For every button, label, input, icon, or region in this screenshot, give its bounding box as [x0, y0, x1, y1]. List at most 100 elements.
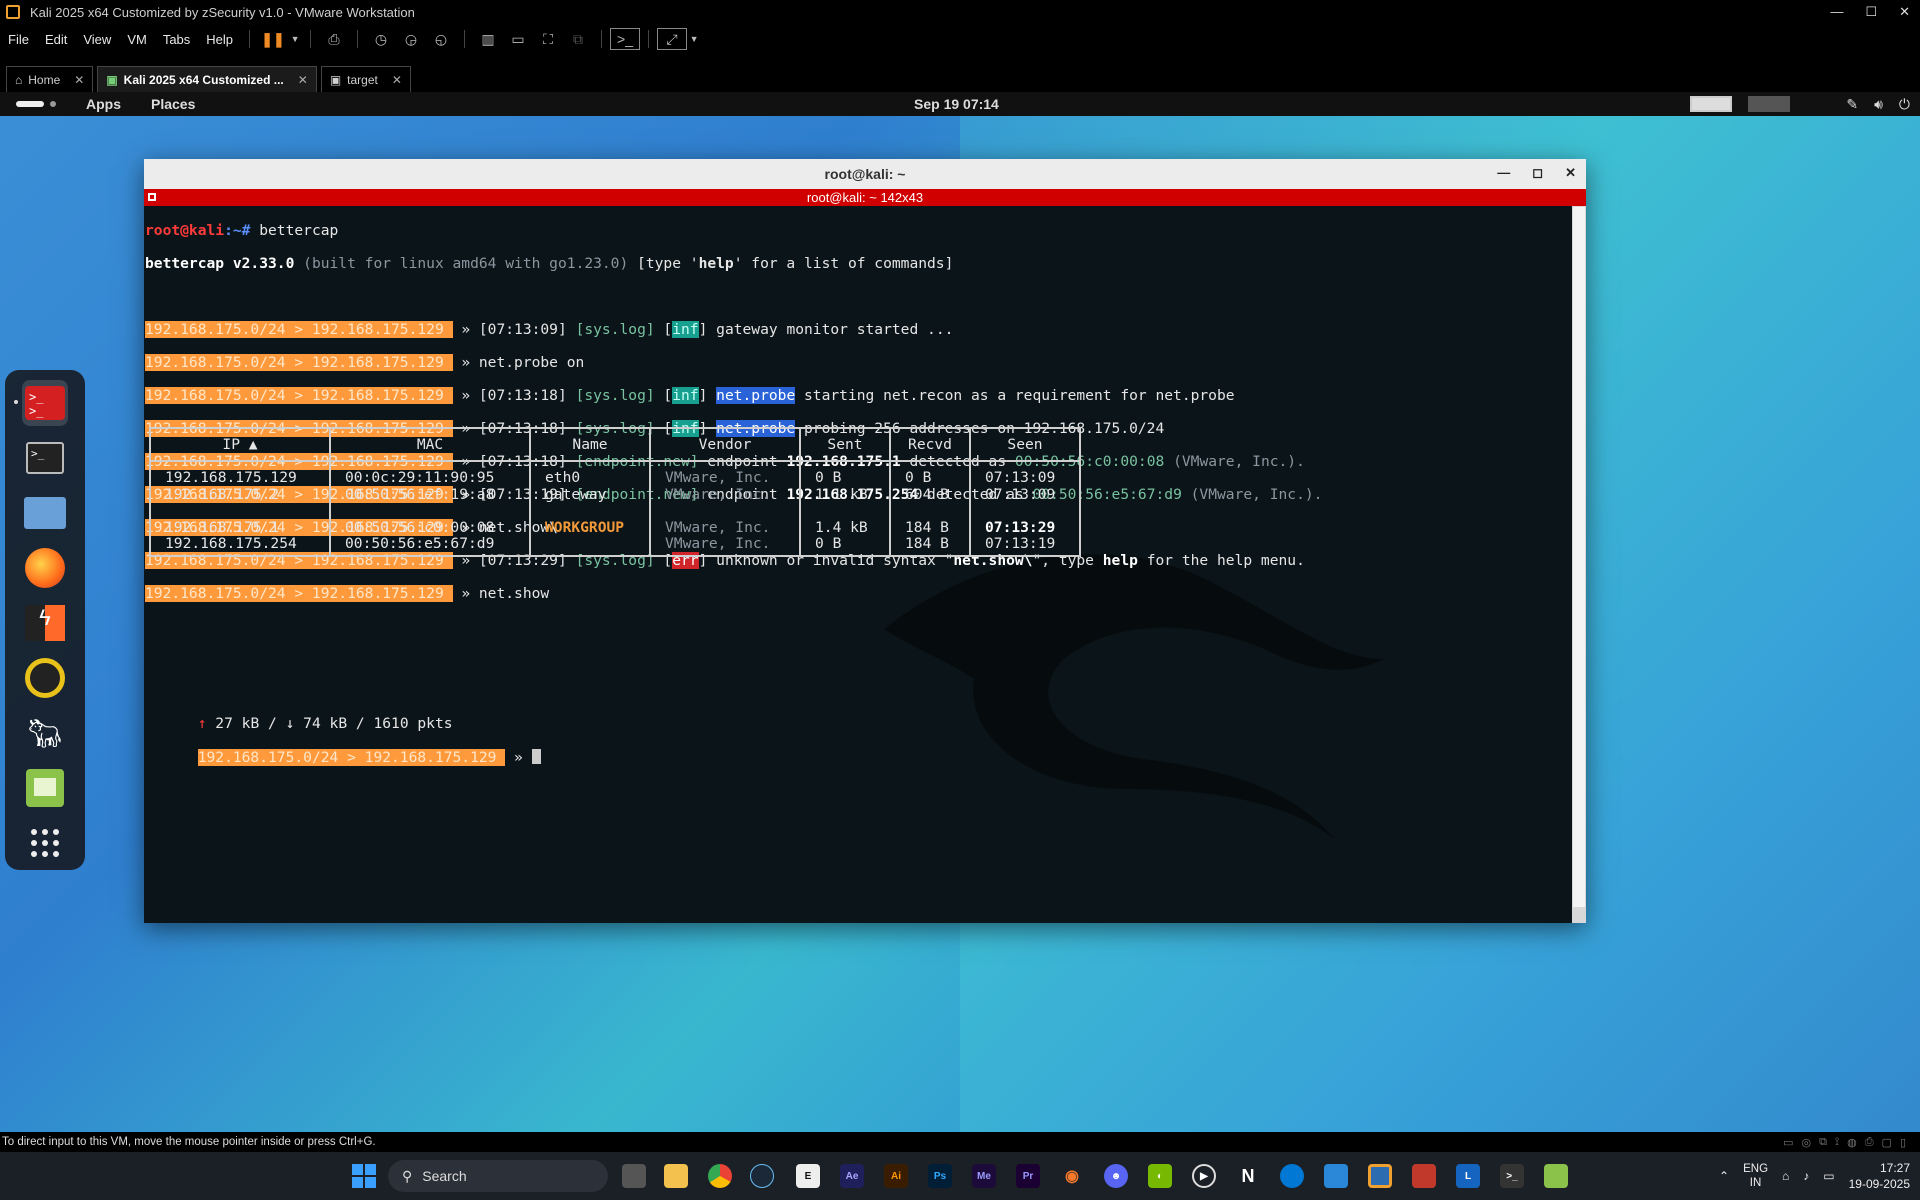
nvidia-icon[interactable]: ◐ — [1148, 1164, 1172, 1188]
chevron-down-icon[interactable]: ▼ — [687, 28, 701, 50]
tab-kali[interactable]: ▣ Kali 2025 x64 Customized ... ✕ — [97, 66, 317, 92]
tab-home[interactable]: ⌂ Home ✕ — [6, 66, 94, 92]
dock-metasploit[interactable]: 🐂︎ — [22, 710, 68, 756]
file-explorer-icon[interactable] — [664, 1164, 688, 1188]
prompt-arrow: » — [452, 584, 479, 602]
menu-icon[interactable] — [148, 193, 156, 201]
cell-vendor: VMware, Inc. — [665, 518, 771, 536]
minimize-icon[interactable]: — — [1497, 165, 1510, 181]
dock-terminal[interactable]: >_ — [22, 435, 68, 481]
notion-icon[interactable]: N — [1236, 1164, 1260, 1188]
photos-icon[interactable] — [1324, 1164, 1348, 1188]
dock-app-grid[interactable] — [22, 820, 68, 866]
menu-tabs[interactable]: Tabs — [155, 32, 198, 47]
after-effects-icon[interactable]: Ae — [840, 1164, 864, 1188]
dock-files[interactable] — [22, 490, 68, 536]
maximize-icon[interactable]: ◻ — [1532, 165, 1543, 181]
pause-icon[interactable]: ❚❚ — [258, 28, 288, 50]
windows-start-icon[interactable] — [352, 1164, 376, 1188]
apps-menu[interactable]: Apps — [86, 96, 121, 112]
network-icon[interactable]: ⧉ — [1819, 1136, 1827, 1149]
dock-text-editor[interactable] — [22, 765, 68, 811]
vmware-icon[interactable] — [1368, 1164, 1392, 1188]
epic-icon[interactable]: E — [796, 1164, 820, 1188]
volume-icon[interactable]: ♪ — [1803, 1169, 1809, 1183]
terminal-icon[interactable]: >_ — [1500, 1164, 1524, 1188]
snapshot-icon[interactable]: ◷ — [366, 28, 396, 50]
menu-edit[interactable]: Edit — [37, 32, 75, 47]
col-vendor-label: Vendor — [698, 436, 752, 453]
terminal-titlebar[interactable]: root@kali: ~ — ◻ ✕ — [144, 159, 1586, 189]
close-icon[interactable]: ✕ — [74, 73, 84, 87]
send-keys-icon[interactable]: ⎙ — [319, 28, 349, 50]
places-menu[interactable]: Places — [151, 96, 195, 112]
notepad-icon[interactable] — [1544, 1164, 1568, 1188]
maximize-icon[interactable]: ☐ — [1865, 4, 1877, 20]
usb-icon[interactable]: ⟟ — [1835, 1136, 1839, 1149]
volume-icon[interactable]: 🔊︎ — [1874, 96, 1883, 113]
activities-indicator[interactable] — [16, 101, 44, 107]
revert-snapshot-icon[interactable]: ◶ — [396, 28, 426, 50]
blender-icon[interactable]: ◉ — [1060, 1164, 1084, 1188]
battery-icon[interactable]: ▭ — [1823, 1169, 1834, 1183]
thumbnail-icon[interactable]: ▭ — [503, 28, 533, 50]
chevron-up-icon[interactable]: ⌃ — [1719, 1169, 1729, 1183]
pen-icon[interactable]: ✎ — [1846, 96, 1858, 113]
gnome-clock[interactable]: Sep 19 07:14 — [914, 96, 999, 112]
menu-vm[interactable]: VM — [119, 32, 155, 47]
menu-help[interactable]: Help — [198, 32, 241, 47]
terminal-output[interactable]: root@kali:~# bettercap bettercap v2.33.0… — [144, 206, 1572, 923]
steam-icon[interactable] — [750, 1164, 774, 1188]
chevron-down-icon[interactable]: ▼ — [288, 28, 302, 50]
close-icon[interactable]: ✕ — [392, 73, 402, 87]
premiere-icon[interactable]: Pr — [1016, 1164, 1040, 1188]
taskbar-search[interactable]: ⚲ Search — [388, 1160, 608, 1192]
current-prompt-line[interactable]: 192.168.175.0/24 > 192.168.175.129 » — [145, 732, 541, 783]
illustrator-icon[interactable]: Ai — [884, 1164, 908, 1188]
dock-terminal-red[interactable]: >_ >_ — [14, 380, 68, 426]
learning-icon[interactable]: L — [1456, 1164, 1480, 1188]
message-icon[interactable]: ▯ — [1900, 1136, 1906, 1149]
close-icon[interactable]: ✕ — [1899, 4, 1910, 20]
cd-icon[interactable]: ◎ — [1802, 1136, 1812, 1149]
kali-desktop[interactable]: Apps Places Sep 19 07:14 ✎ 🔊︎ ⏻ >_ >_ >_ … — [0, 92, 1920, 1132]
console-view-icon[interactable]: >_ — [610, 28, 641, 50]
power-icon[interactable]: ⏻ — [1899, 96, 1910, 113]
close-icon[interactable]: ✕ — [1565, 165, 1576, 181]
cell-vendor: VMware, Inc. — [665, 485, 771, 503]
media-player-icon[interactable]: ▶ — [1192, 1164, 1216, 1188]
dock-burpsuite[interactable]: ϟ — [22, 600, 68, 646]
workspace-1[interactable] — [1690, 96, 1733, 112]
terminal-window[interactable]: root@kali: ~ — ◻ ✕ root@kali: ~ 142x43 r… — [144, 159, 1586, 923]
network-icon[interactable]: ⌂ — [1782, 1169, 1789, 1183]
unity-icon[interactable]: ⧉ — [563, 28, 593, 50]
tab-target[interactable]: ▣ target ✕ — [320, 66, 411, 92]
dock-firefox[interactable] — [22, 545, 68, 591]
menu-file[interactable]: File — [0, 32, 37, 47]
workspace-2[interactable] — [1748, 96, 1791, 112]
hdd-icon[interactable]: ▭ — [1783, 1136, 1793, 1149]
app-icon[interactable] — [1280, 1164, 1304, 1188]
scrollbar-thumb[interactable] — [1573, 207, 1585, 907]
sound-icon[interactable]: ◍ — [1847, 1136, 1857, 1149]
fullscreen-icon[interactable]: ⛶ — [533, 28, 563, 50]
display-icon[interactable]: ▢ — [1882, 1136, 1892, 1149]
minimize-icon[interactable]: — — [1830, 4, 1843, 20]
language-indicator[interactable]: ENG IN — [1743, 1162, 1768, 1190]
photoshop-icon[interactable]: Ps — [928, 1164, 952, 1188]
stretch-icon[interactable]: ⤢ — [657, 28, 688, 50]
menu-view[interactable]: View — [75, 32, 119, 47]
chrome-icon[interactable] — [708, 1164, 732, 1188]
dock-zap[interactable] — [22, 655, 68, 701]
media-encoder-icon[interactable]: Me — [972, 1164, 996, 1188]
cell-vendor: VMware, Inc. — [665, 469, 771, 486]
discord-icon[interactable]: ☻ — [1104, 1164, 1128, 1188]
snipping-icon[interactable] — [1412, 1164, 1436, 1188]
close-icon[interactable]: ✕ — [298, 73, 308, 87]
printer-icon[interactable]: ⎙ — [1865, 1136, 1874, 1149]
task-view-icon[interactable] — [622, 1164, 646, 1188]
library-icon[interactable]: ▥ — [473, 28, 503, 50]
snapshot-manager-icon[interactable]: ◵ — [426, 28, 456, 50]
taskbar-clock[interactable]: 17:27 19-09-2025 — [1849, 1160, 1910, 1192]
terminal-scrollbar[interactable] — [1572, 206, 1586, 923]
